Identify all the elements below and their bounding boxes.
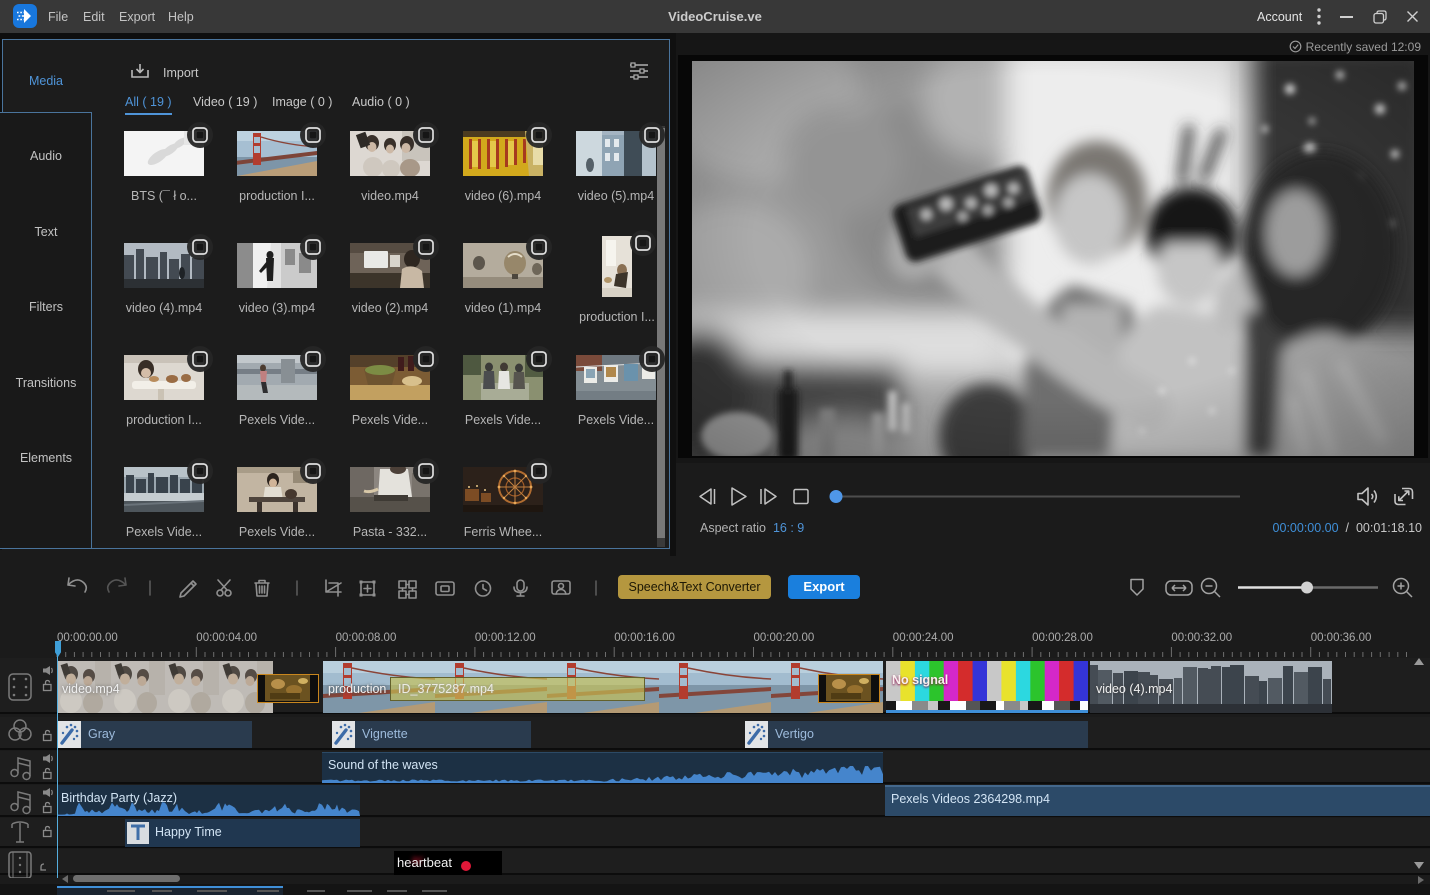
svg-text:00:00:16.00: 00:00:16.00 <box>614 632 675 644</box>
svg-text:Pexels Vide...: Pexels Vide... <box>578 413 654 427</box>
svg-text:production I...: production I... <box>579 310 655 324</box>
svg-text:00:00:36.00: 00:00:36.00 <box>1311 632 1372 644</box>
svg-text:Pexels Vide...: Pexels Vide... <box>239 413 315 427</box>
svg-text:video (1).mp4: video (1).mp4 <box>465 301 541 315</box>
svg-text:Ferris Whee...: Ferris Whee... <box>464 525 543 539</box>
svg-text:production I...: production I... <box>126 413 202 427</box>
svg-text:00:00:32.00: 00:00:32.00 <box>1171 632 1232 644</box>
svg-text:video (4).mp4: video (4).mp4 <box>126 301 202 315</box>
svg-text:Pexels Vide...: Pexels Vide... <box>352 413 428 427</box>
svg-text:production I...: production I... <box>239 189 315 203</box>
svg-text:video (2).mp4: video (2).mp4 <box>352 301 428 315</box>
svg-text:00:00:04.00: 00:00:04.00 <box>196 632 257 644</box>
svg-text:video (3).mp4: video (3).mp4 <box>239 301 315 315</box>
svg-text:Pexels Vide...: Pexels Vide... <box>465 413 541 427</box>
svg-text:00:00:24.00: 00:00:24.00 <box>893 632 954 644</box>
svg-text:00:00:08.00: 00:00:08.00 <box>336 632 397 644</box>
svg-text:00:00:20.00: 00:00:20.00 <box>754 632 815 644</box>
svg-text:00:00:00.00: 00:00:00.00 <box>57 632 118 644</box>
svg-text:00:00:12.00: 00:00:12.00 <box>475 632 536 644</box>
svg-text:BTS (¯ ł o...: BTS (¯ ł o... <box>131 189 197 203</box>
svg-text:video (6).mp4: video (6).mp4 <box>465 189 541 203</box>
svg-text:Pexels Vide...: Pexels Vide... <box>239 525 315 539</box>
svg-text:Pasta - 332...: Pasta - 332... <box>353 525 427 539</box>
svg-text:Pexels Vide...: Pexels Vide... <box>126 525 202 539</box>
svg-text:video.mp4: video.mp4 <box>361 189 419 203</box>
svg-text:00:00:28.00: 00:00:28.00 <box>1032 632 1093 644</box>
svg-text:video (5).mp4: video (5).mp4 <box>578 189 654 203</box>
